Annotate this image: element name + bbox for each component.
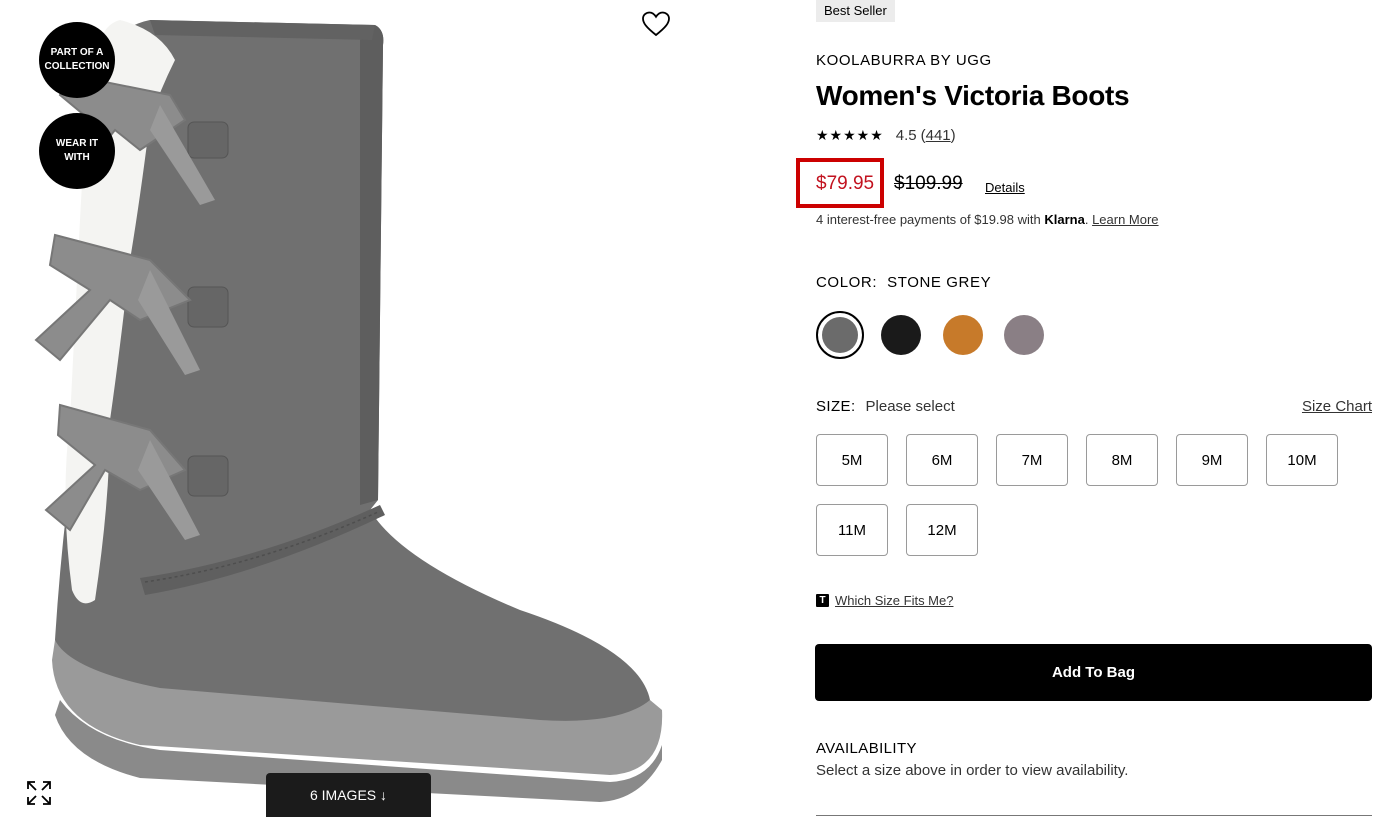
size-option-8m[interactable]: 8M: [1086, 434, 1158, 486]
size-option-10m[interactable]: 10M: [1266, 434, 1338, 486]
true-fit-icon: T: [816, 594, 829, 607]
review-count: 441: [925, 127, 951, 144]
color-swatch-stone-grey[interactable]: [816, 311, 864, 359]
klarna-financing: 4 interest-free payments of $19.98 with …: [816, 212, 1159, 227]
view-images-label: 6 IMAGES ↓: [309, 787, 388, 803]
wear-it-with-label: WEAR IT WITH: [55, 138, 99, 163]
star-rating-icon: ★★★★★: [816, 127, 884, 143]
sale-price: $79.95: [816, 173, 875, 194]
wear-it-with-badge[interactable]: WEAR IT WITH: [39, 113, 115, 189]
product-gallery: PART OF A COLLECTION WEAR IT WITH 6 IMAG…: [0, 0, 690, 819]
rating-summary[interactable]: ★★★★★ 4.5 (441): [816, 127, 956, 144]
color-label: COLOR: STONE GREY: [816, 274, 991, 291]
part-of-collection-label: PART OF A COLLECTION: [44, 47, 110, 72]
size-option-6m[interactable]: 6M: [906, 434, 978, 486]
size-option-5m[interactable]: 5M: [816, 434, 888, 486]
price-details-link[interactable]: Details: [985, 180, 1025, 195]
best-seller-label: Best Seller: [824, 3, 887, 18]
swatch-fill: [822, 317, 858, 353]
size-chart-link[interactable]: Size Chart: [1302, 398, 1372, 415]
heart-icon[interactable]: [641, 10, 671, 38]
add-to-bag-button[interactable]: Add To Bag: [815, 644, 1372, 701]
color-swatch-chestnut[interactable]: [943, 315, 983, 355]
size-option-12m[interactable]: 12M: [906, 504, 978, 556]
expand-icon[interactable]: [26, 780, 52, 806]
view-images-button[interactable]: 6 IMAGES ↓: [266, 773, 431, 817]
size-option-11m[interactable]: 11M: [816, 504, 888, 556]
which-size-fits-link[interactable]: Which Size Fits Me?: [835, 593, 953, 608]
color-label-title: COLOR:: [816, 274, 878, 291]
size-option-7m[interactable]: 7M: [996, 434, 1068, 486]
best-seller-badge: Best Seller: [816, 0, 895, 22]
size-label-title: SIZE:: [816, 398, 856, 415]
size-fit-helper: T Which Size Fits Me?: [816, 593, 953, 608]
klarna-learn-more-link[interactable]: Learn More: [1092, 212, 1158, 227]
size-label: SIZE: Please select: [816, 398, 955, 415]
klarna-logo: Klarna: [1044, 212, 1085, 227]
klarna-text: 4 interest-free payments of $19.98 with: [816, 212, 1041, 227]
availability-title: AVAILABILITY: [816, 740, 917, 757]
section-divider: [816, 815, 1372, 816]
selected-size: Please select: [865, 398, 955, 415]
original-price: $109.99: [894, 173, 963, 194]
rating-value: 4.5: [895, 127, 917, 144]
brand-name[interactable]: KOOLABURRA BY UGG: [816, 52, 992, 69]
product-title: Women's Victoria Boots: [816, 80, 1130, 111]
review-count-link[interactable]: (441): [921, 127, 956, 144]
color-swatch-mauve-grey[interactable]: [1004, 315, 1044, 355]
part-of-collection-badge[interactable]: PART OF A COLLECTION: [39, 22, 115, 98]
selected-color: STONE GREY: [887, 274, 992, 291]
availability-text: Select a size above in order to view ava…: [816, 762, 1129, 779]
color-swatch-black[interactable]: [881, 315, 921, 355]
size-option-9m[interactable]: 9M: [1176, 434, 1248, 486]
